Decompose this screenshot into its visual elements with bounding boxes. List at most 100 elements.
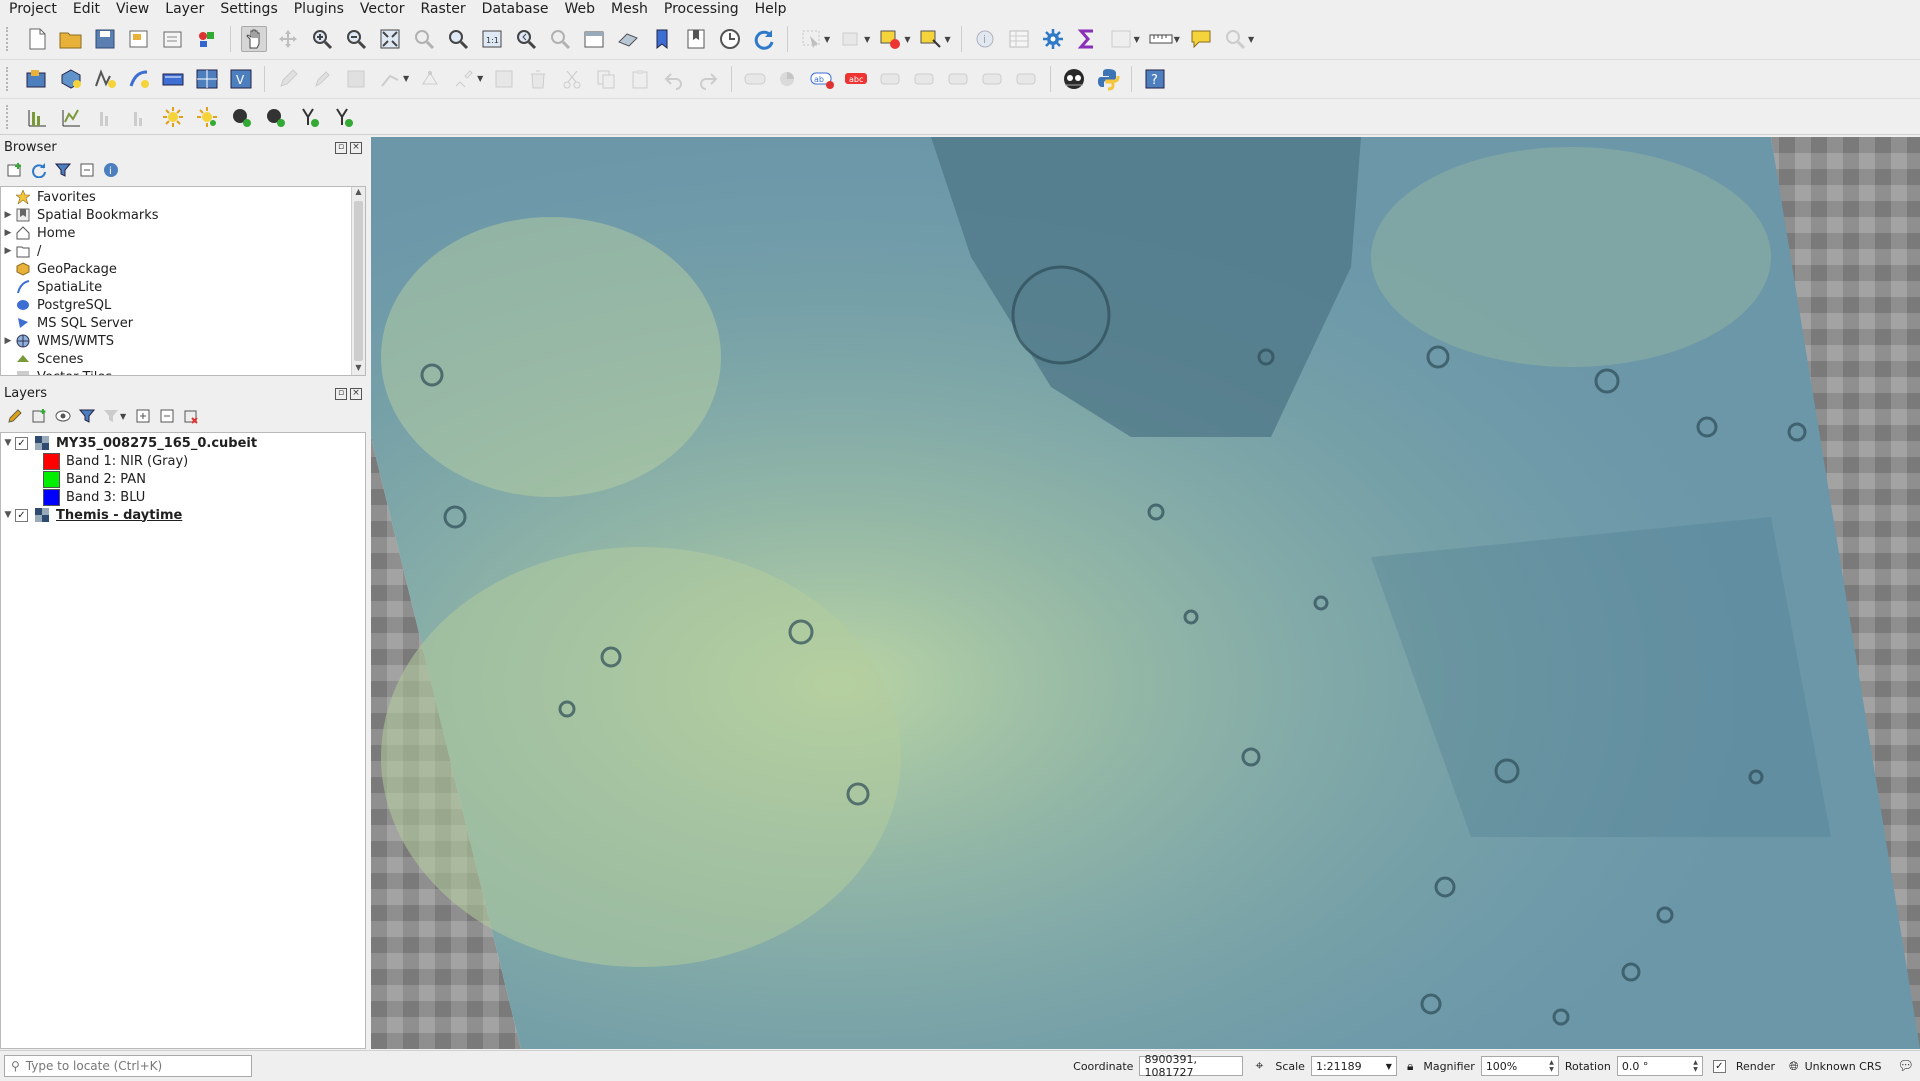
cut-features-icon[interactable] bbox=[559, 66, 585, 92]
scroll-up-icon[interactable]: ▲ bbox=[352, 187, 365, 199]
float-panel-icon[interactable]: ▫ bbox=[335, 387, 347, 400]
magnifier-spinbox[interactable]: 100% ▲ ▼ bbox=[1480, 1056, 1559, 1076]
remove-layer-icon[interactable] bbox=[180, 405, 202, 427]
browser-item-spatialite[interactable]: SpatiaLite bbox=[1, 278, 365, 296]
zoom-native-icon[interactable]: 1:1 bbox=[479, 26, 505, 52]
new-map-view-icon[interactable] bbox=[581, 26, 607, 52]
add-group-icon[interactable] bbox=[28, 405, 50, 427]
chevron-down-icon[interactable]: ▼ bbox=[1134, 35, 1140, 44]
menu-view[interactable]: View bbox=[107, 0, 156, 19]
lock-scale-icon[interactable]: 🔒︎ bbox=[1407, 1059, 1413, 1074]
chevron-down-icon[interactable]: ▼ bbox=[944, 35, 950, 44]
chevron-down-icon[interactable]: ▼ bbox=[864, 35, 870, 44]
add-ellipse-icon[interactable] bbox=[262, 104, 288, 130]
browser-item-favorites[interactable]: Favorites bbox=[1, 188, 365, 206]
pan-map-icon[interactable] bbox=[241, 26, 267, 52]
browser-item-home[interactable]: ▶ Home bbox=[1, 224, 365, 242]
select-by-location-icon[interactable] bbox=[878, 26, 904, 52]
layer-row-cubeit[interactable]: ▼ ✓ MY35_008275_165_0.cubeit bbox=[1, 434, 365, 452]
temporal-controller-icon[interactable] bbox=[717, 26, 743, 52]
menu-mesh[interactable]: Mesh bbox=[602, 0, 655, 19]
toolbar-handle[interactable] bbox=[6, 66, 14, 91]
modify-attributes-icon[interactable] bbox=[451, 66, 477, 92]
browser-item-spatial-bookmarks[interactable]: ▶ Spatial Bookmarks bbox=[1, 206, 365, 224]
vertex-tool-icon[interactable] bbox=[417, 66, 443, 92]
layer-visibility-checkbox[interactable]: ✓ bbox=[15, 436, 28, 450]
show-hide-labels-icon[interactable] bbox=[912, 66, 938, 92]
add-line-icon[interactable] bbox=[296, 104, 322, 130]
map-canvas[interactable] bbox=[371, 137, 1920, 1049]
collapse-arrow-icon[interactable]: ▼ bbox=[1, 510, 15, 520]
expand-all-icon[interactable] bbox=[132, 405, 154, 427]
coordinate-field[interactable]: 8900391, 1081727 bbox=[1139, 1053, 1244, 1079]
highlight-pinned-labels-icon[interactable]: abc bbox=[844, 66, 870, 92]
new-print-layout-icon[interactable] bbox=[126, 26, 152, 52]
layer-row-themis[interactable]: ▼ ✓ Themis - daytime bbox=[1, 506, 365, 524]
menu-edit[interactable]: Edit bbox=[64, 0, 107, 19]
measure-line-icon[interactable] bbox=[1148, 26, 1174, 52]
map-tips-icon[interactable] bbox=[1188, 26, 1214, 52]
toggle-editing-icon[interactable] bbox=[275, 66, 301, 92]
menu-layer[interactable]: Layer bbox=[156, 0, 211, 19]
float-panel-icon[interactable]: ▫ bbox=[335, 141, 347, 154]
layout-manager-icon[interactable] bbox=[160, 26, 186, 52]
crs-globe-icon[interactable]: 🌐︎ bbox=[1789, 1059, 1799, 1074]
spin-arrows-icon[interactable]: ▲ ▼ bbox=[1693, 1059, 1698, 1073]
menu-processing[interactable]: Processing bbox=[655, 0, 746, 19]
move-label-icon[interactable] bbox=[946, 66, 972, 92]
new-highlight-icon[interactable] bbox=[194, 104, 220, 130]
add-line-feature-icon[interactable] bbox=[377, 66, 403, 92]
expand-arrow-icon[interactable]: ▶ bbox=[1, 210, 15, 220]
new-spatialite-layer-icon[interactable] bbox=[126, 66, 152, 92]
new-point-icon[interactable] bbox=[160, 104, 186, 130]
browser-scrollbar[interactable]: ▲ ▼ bbox=[351, 187, 365, 375]
zoom-next-icon[interactable] bbox=[547, 26, 573, 52]
refresh-icon[interactable] bbox=[751, 26, 777, 52]
style-manager-icon[interactable] bbox=[194, 26, 220, 52]
rotate-label-icon[interactable] bbox=[980, 66, 1006, 92]
scroll-thumb[interactable] bbox=[354, 201, 363, 361]
delete-selected-icon[interactable] bbox=[525, 66, 551, 92]
menu-help[interactable]: Help bbox=[746, 0, 794, 19]
menu-settings[interactable]: Settings bbox=[211, 0, 284, 19]
zoom-in-icon[interactable] bbox=[309, 26, 335, 52]
filter-icon[interactable] bbox=[52, 159, 74, 181]
data-source-manager-icon[interactable] bbox=[24, 66, 50, 92]
filter-by-expression-icon[interactable] bbox=[100, 405, 122, 427]
scale-combobox[interactable]: 1:21189 ▼ bbox=[1310, 1056, 1397, 1076]
refresh-icon[interactable] bbox=[28, 159, 50, 181]
copy-features-icon[interactable] bbox=[593, 66, 619, 92]
open-layer-styling-icon[interactable] bbox=[4, 405, 26, 427]
menu-plugins[interactable]: Plugins bbox=[285, 0, 351, 19]
new-3d-map-view-icon[interactable] bbox=[615, 26, 641, 52]
attribute-table-icon[interactable] bbox=[1108, 26, 1134, 52]
close-icon[interactable]: × bbox=[350, 141, 362, 154]
browser-item-geopackage[interactable]: GeoPackage bbox=[1, 260, 365, 278]
new-shapefile-layer-icon[interactable] bbox=[92, 66, 118, 92]
zoom-full-icon[interactable] bbox=[377, 26, 403, 52]
new-temporary-layer-icon[interactable] bbox=[160, 66, 186, 92]
expand-arrow-icon[interactable]: ▶ bbox=[1, 228, 15, 238]
edit-attributes-icon[interactable] bbox=[491, 66, 517, 92]
layer-labeling-icon[interactable]: ab bbox=[810, 66, 836, 92]
scroll-down-icon[interactable]: ▼ bbox=[352, 363, 365, 375]
change-label-icon[interactable] bbox=[1014, 66, 1040, 92]
pan-to-selection-icon[interactable] bbox=[275, 26, 301, 52]
add-selected-layers-icon[interactable] bbox=[4, 159, 26, 181]
deselect-features-icon[interactable] bbox=[838, 26, 864, 52]
chevron-down-icon[interactable]: ▼ bbox=[403, 74, 409, 83]
profile-icon[interactable] bbox=[58, 104, 84, 130]
histogram-icon[interactable] bbox=[24, 104, 50, 130]
python-console-icon[interactable] bbox=[1095, 66, 1121, 92]
toolbar-handle[interactable] bbox=[6, 104, 14, 129]
select-features-icon[interactable] bbox=[798, 26, 824, 52]
chevron-down-icon[interactable]: ▼ bbox=[1386, 1062, 1392, 1071]
identify-features-icon[interactable]: i bbox=[972, 26, 998, 52]
georeferencer-icon[interactable] bbox=[1061, 66, 1087, 92]
browser-item-scenes[interactable]: Scenes bbox=[1, 350, 365, 368]
menu-project[interactable]: Project bbox=[0, 0, 64, 19]
new-virtual-layer-icon[interactable] bbox=[194, 66, 220, 92]
add-circle-icon[interactable] bbox=[228, 104, 254, 130]
chevron-down-icon[interactable]: ▼ bbox=[1174, 35, 1180, 44]
paste-features-icon[interactable] bbox=[627, 66, 653, 92]
